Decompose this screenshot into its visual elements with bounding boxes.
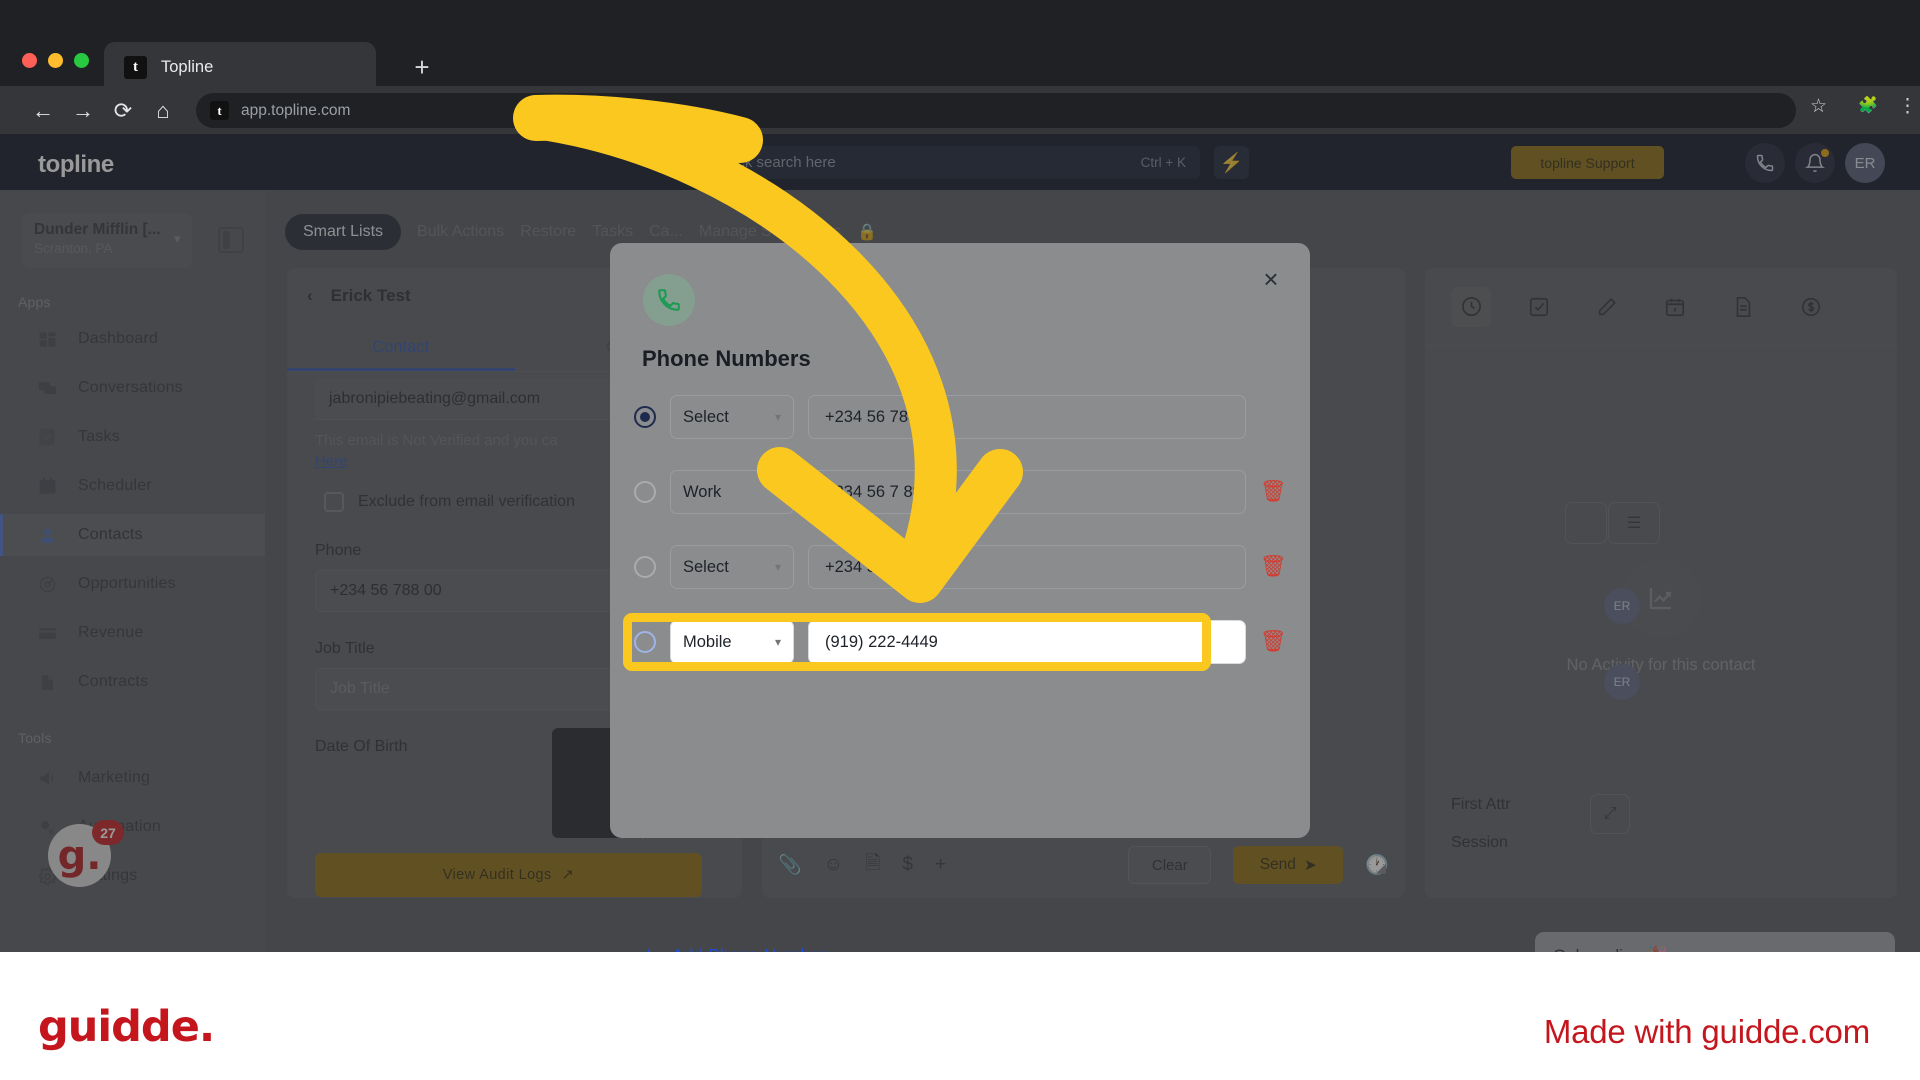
- close-icon[interactable]: ×: [1256, 265, 1286, 295]
- phone-type-value: Mobile: [683, 632, 732, 651]
- phone-number-input[interactable]: +234 56 766 00: [808, 545, 1246, 589]
- screenshot-root: t Topline + ← → ⟳ ⌂ t app.topline.com ☆ …: [0, 0, 1920, 1080]
- new-tab-button[interactable]: +: [406, 52, 438, 84]
- phone-row: Select ▾ +234 56 788 00 🗑: [634, 388, 1286, 446]
- site-favicon-icon: t: [210, 101, 229, 120]
- chevron-down-icon: ▾: [774, 560, 781, 574]
- phone-type-select[interactable]: Select ▾: [670, 395, 794, 439]
- chevron-down-icon: ▾: [774, 410, 781, 424]
- primary-phone-radio[interactable]: [634, 556, 656, 578]
- chevron-down-icon: ▾: [774, 635, 781, 649]
- extensions-icon[interactable]: 🧩: [1858, 95, 1878, 115]
- minimize-window-button[interactable]: [48, 53, 63, 68]
- back-icon[interactable]: ←: [28, 96, 58, 126]
- bookmark-star-icon[interactable]: ☆: [1810, 95, 1827, 118]
- browser-chrome: t Topline + ← → ⟳ ⌂ t app.topline.com ☆ …: [0, 0, 1920, 134]
- phone-number-input[interactable]: +234 56 7 88 00: [808, 470, 1246, 514]
- maximize-window-button[interactable]: [74, 53, 89, 68]
- browser-menu-icon[interactable]: ⋮: [1898, 95, 1917, 118]
- phone-icon: [643, 274, 695, 326]
- address-bar[interactable]: t app.topline.com: [196, 93, 1796, 128]
- window-controls[interactable]: [22, 53, 89, 68]
- home-icon[interactable]: ⌂: [148, 96, 178, 126]
- browser-tab[interactable]: t Topline: [104, 42, 376, 92]
- phone-row-highlighted: Mobile ▾ (919) 222-4449 🗑: [634, 613, 1287, 671]
- guidde-logo: guidde.: [38, 1002, 215, 1052]
- chevron-down-icon: ▾: [774, 485, 781, 499]
- primary-phone-radio[interactable]: [634, 631, 656, 653]
- phone-number-input[interactable]: (919) 222-4449: [808, 620, 1246, 664]
- forward-icon[interactable]: →: [68, 96, 98, 126]
- delete-phone-icon[interactable]: 🗑: [1260, 630, 1287, 654]
- address-bar-url: app.topline.com: [241, 101, 351, 119]
- delete-phone-icon[interactable]: 🗑: [1260, 480, 1287, 504]
- phone-number-input[interactable]: +234 56 788 00: [808, 395, 1246, 439]
- phone-row: Select ▾ +234 56 766 00 🗑: [634, 538, 1287, 596]
- phone-type-select[interactable]: Select ▾: [670, 545, 794, 589]
- primary-phone-radio[interactable]: [634, 406, 656, 428]
- made-with-guidde: Made with guidde.com: [1543, 1013, 1870, 1050]
- tab-favicon-icon: t: [124, 55, 147, 79]
- phone-type-value: Select: [683, 407, 729, 426]
- phone-type-value: Work: [683, 482, 722, 501]
- delete-phone-icon[interactable]: 🗑: [1260, 555, 1287, 579]
- phone-type-select[interactable]: Work ▾: [670, 470, 794, 514]
- reload-icon[interactable]: ⟳: [108, 96, 138, 126]
- phone-type-value: Select: [683, 557, 729, 576]
- primary-phone-radio[interactable]: [634, 481, 656, 503]
- phone-row: Work ▾ +234 56 7 88 00 🗑: [634, 463, 1287, 521]
- modal-title: Phone Numbers: [642, 346, 811, 371]
- phone-numbers-modal: × Phone Numbers Select ▾ +234 56 788 00 …: [610, 243, 1310, 1049]
- tab-title: Topline: [161, 57, 214, 76]
- phone-type-select[interactable]: Mobile ▾: [670, 620, 794, 664]
- close-window-button[interactable]: [22, 53, 37, 68]
